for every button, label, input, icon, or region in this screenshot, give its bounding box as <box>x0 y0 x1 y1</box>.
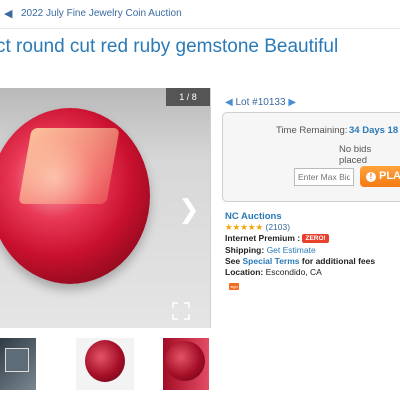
seller-name-link[interactable]: NC Auctions <box>225 211 282 222</box>
internet-premium-label: Internet Premium : <box>225 233 301 243</box>
lot-number: Lot #10133 <box>235 97 286 108</box>
thumb-gem-shape <box>165 341 205 381</box>
shipping-estimate-link[interactable]: Get Estimate <box>267 245 316 255</box>
location-value: Escondido, CA <box>265 267 322 277</box>
thumbnail-1[interactable] <box>0 338 36 390</box>
shipping-row: Shipping: Get Estimate <box>225 245 316 255</box>
prev-lot-icon[interactable]: ◀ <box>225 97 233 108</box>
breadcrumb-link[interactable]: 2022 July Fine Jewelry Coin Auction <box>21 8 182 19</box>
terms-row: See Special Terms for additional fees <box>225 256 375 266</box>
internet-premium-row: Internet Premium : ZERO! <box>225 233 329 244</box>
image-counter: 1 / 8 <box>166 88 210 106</box>
bid-status: No bids placed <box>339 144 372 166</box>
rating-count: (2103) <box>265 222 291 232</box>
place-bid-button[interactable]: ! PLA <box>360 166 400 187</box>
zero-premium-badge: ZERO! <box>302 234 329 244</box>
time-remaining-value: 34 Days 18 H <box>349 125 400 136</box>
thumb-gem-shape <box>85 340 125 382</box>
top-bar: ◀ 2022 July Fine Jewelry Coin Auction <box>0 0 400 29</box>
special-terms-link[interactable]: Special Terms <box>243 256 300 266</box>
thumbnail-3[interactable] <box>163 338 209 390</box>
thumb-device-shape <box>5 348 29 372</box>
next-lot-icon[interactable]: ▶ <box>288 97 296 108</box>
shipping-label: Shipping: <box>225 245 265 255</box>
lot-navigation: ◀ Lot #10133 ▶ <box>225 97 296 108</box>
page-title: ct round cut red ruby gemstone Beautiful <box>0 36 339 57</box>
gem-highlight <box>18 128 120 204</box>
expand-icon[interactable] <box>172 302 190 320</box>
max-bid-input[interactable] <box>294 168 354 186</box>
location-label: Location: <box>225 267 264 277</box>
alert-icon: ! <box>366 172 376 182</box>
place-bid-label: PLA <box>379 170 400 182</box>
seller-badge-icon: sign <box>229 283 239 290</box>
location-row: Location: Escondido, CA <box>225 267 322 277</box>
terms-suffix: for additional fees <box>301 256 376 266</box>
back-arrow-icon[interactable]: ◀ <box>4 7 12 20</box>
chevron-right-icon[interactable]: ❯ <box>178 194 200 225</box>
terms-prefix: See <box>225 256 241 266</box>
star-rating-icon: ★★★★★ <box>225 222 264 232</box>
thumbnail-2[interactable] <box>76 338 134 390</box>
time-remaining-label: Time Remaining: <box>276 125 348 136</box>
seller-rating[interactable]: ★★★★★ (2103) <box>225 222 290 233</box>
